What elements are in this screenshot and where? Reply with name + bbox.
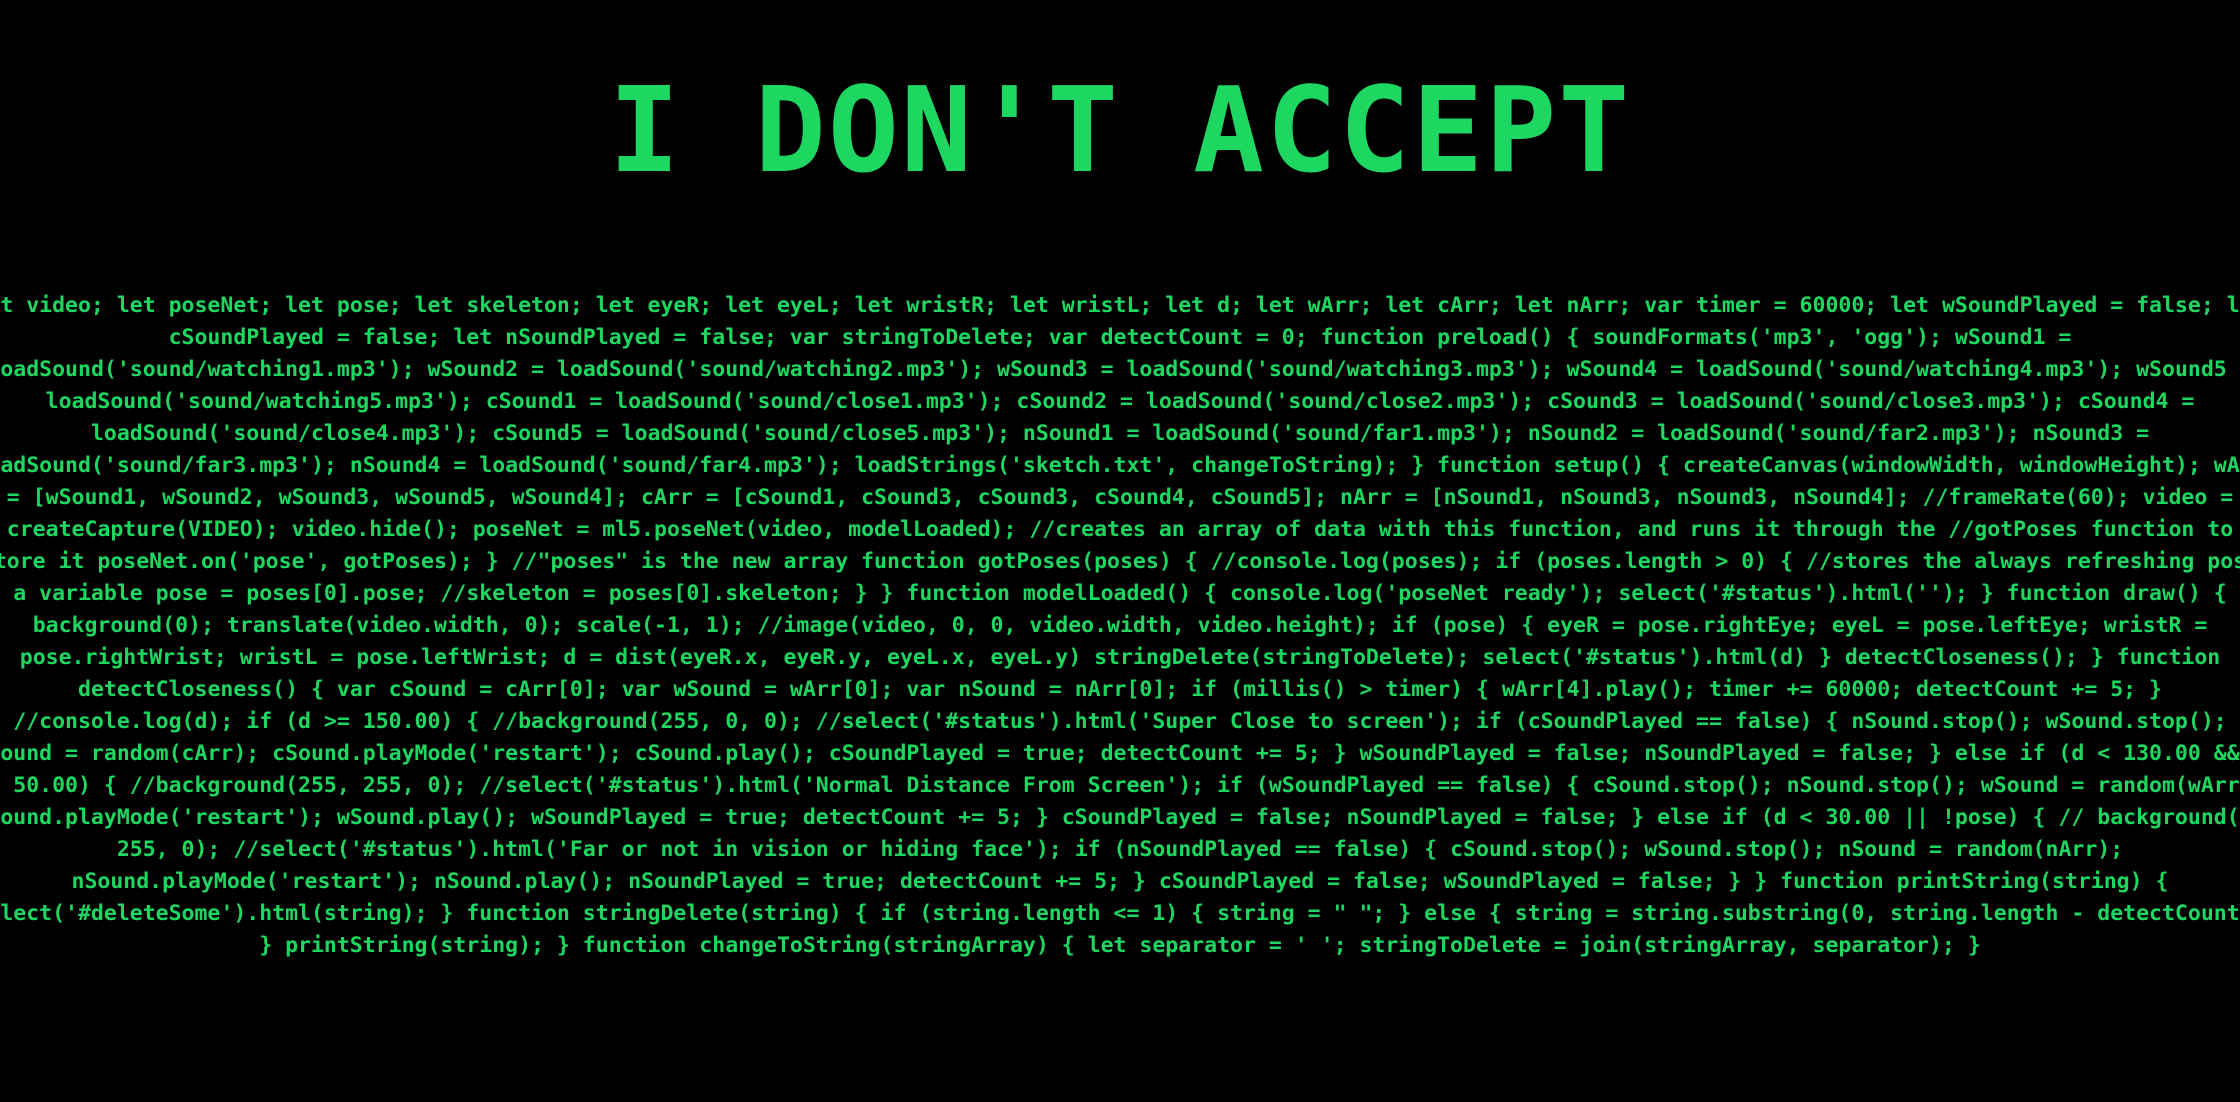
code-line: let video; let poseNet; let pose; let sk… xyxy=(0,293,2240,318)
code-line: nSound.playMode('restart'); nSound.play(… xyxy=(71,869,2169,894)
code-text-block: let video; let poseNet; let pose; let sk… xyxy=(0,290,2240,962)
canvas-page: I DON'T ACCEPT let video; let poseNet; l… xyxy=(0,0,2240,1102)
code-line: pose.rightWrist; wristL = pose.leftWrist… xyxy=(19,645,2221,670)
code-line: } printString(string); } function change… xyxy=(259,933,1981,958)
code-line: cSoundPlayed = false; let nSoundPlayed =… xyxy=(168,325,2072,350)
code-line: loadSound('sound/far3.mp3'); nSound4 = l… xyxy=(0,453,2240,478)
code-line: //console.log(d); if (d >= 150.00) { //b… xyxy=(13,709,2227,734)
code-line: cSound = random(cArr); cSound.playMode('… xyxy=(0,741,2240,766)
code-line: = [wSound1, wSound2, wSound3, wSound5, w… xyxy=(6,485,2234,510)
code-line: createCapture(VIDEO); video.hide(); pose… xyxy=(6,517,2234,542)
code-line: select('#deleteSome').html(string); } fu… xyxy=(0,901,2240,926)
code-line: loadSound('sound/watching1.mp3'); wSound… xyxy=(0,357,2240,382)
code-line: wSound.playMode('restart'); wSound.play(… xyxy=(0,805,2240,830)
code-line: to a variable pose = poses[0].pose; //sk… xyxy=(0,581,2240,606)
code-line: loadSound('sound/close4.mp3'); cSound5 =… xyxy=(90,421,2150,446)
code-line: >= 50.00) { //background(255, 255, 0); /… xyxy=(0,773,2240,798)
page-title: I DON'T ACCEPT xyxy=(608,61,1632,199)
code-line: store it poseNet.on('pose', gotPoses); }… xyxy=(0,549,2240,574)
code-line: 255, 0); //select('#status').html('Far o… xyxy=(116,837,2124,862)
code-line: background(0); translate(video.width, 0)… xyxy=(32,613,2208,638)
code-line: detectCloseness() { var cSound = cArr[0]… xyxy=(78,677,2162,702)
code-line: loadSound('sound/watching5.mp3'); cSound… xyxy=(45,389,2195,414)
